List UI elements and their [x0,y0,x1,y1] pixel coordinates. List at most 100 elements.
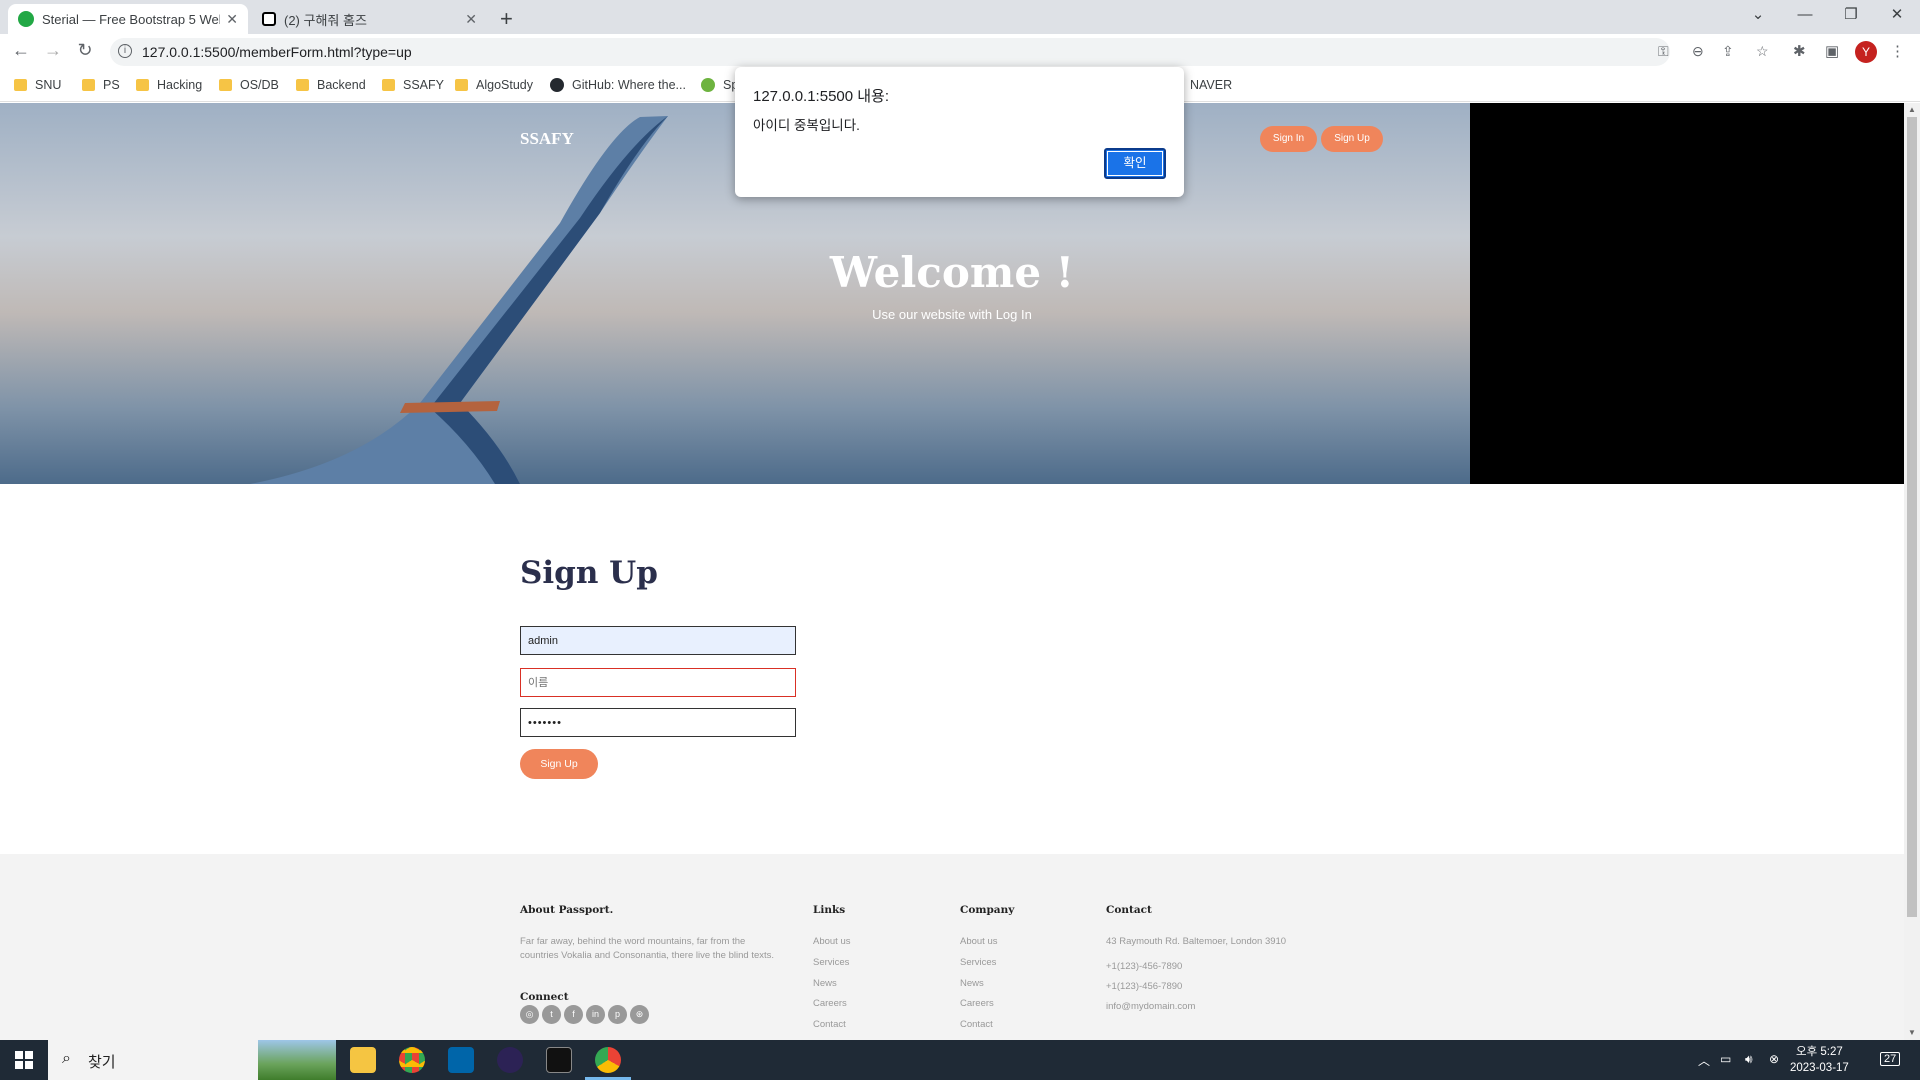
taskbar-clock[interactable]: 오후 5:27 2023-03-17 [1790,1044,1849,1076]
new-tab-icon[interactable]: + [500,6,513,32]
sign-up-submit-button[interactable]: Sign Up [520,749,598,779]
alert-ok-button[interactable]: 확인 [1104,148,1166,179]
side-panel-icon[interactable]: ▣ [1825,42,1839,60]
taskbar-search-box[interactable]: ⌕ 찾기 [48,1040,336,1080]
page-title: Sign Up [520,555,658,591]
tab-homes[interactable]: (2) 구해줘 홈즈 ✕ [252,4,487,34]
sign-in-button[interactable]: Sign In [1260,126,1317,152]
profile-avatar[interactable]: Y [1855,41,1877,63]
footer-link[interactable]: News [813,977,837,991]
reload-icon[interactable]: ↻ [73,40,97,61]
folder-icon [136,79,149,91]
eclipse-icon[interactable] [497,1047,523,1073]
site-info-icon[interactable]: i [118,44,132,58]
volume-icon[interactable]: 🔊︎ [1745,1052,1753,1067]
leaf-favicon-icon [18,11,34,27]
bookmark-algostudy[interactable]: AlgoStudy [455,78,533,92]
instagram-icon[interactable]: ◎ [520,1005,539,1024]
bookmark-ssafy[interactable]: SSAFY [382,78,444,92]
close-tab-icon[interactable]: ✕ [465,11,477,28]
footer-phone[interactable]: +1(123)-456-7890 [1106,980,1182,994]
share-icon[interactable]: ⇪ [1722,43,1734,60]
bookmark-label: AlgoStudy [476,78,533,92]
bookmark-backend[interactable]: Backend [296,78,366,92]
footer-link[interactable]: Careers [813,997,847,1011]
search-icon: ⌕ [62,1050,71,1067]
footer-company-link[interactable]: About us [960,935,998,949]
bookmark-star-icon[interactable]: ☆ [1756,43,1769,60]
footer-email[interactable]: info@mydomain.com [1106,1000,1195,1014]
key-icon[interactable]: ⚿ [1658,43,1669,60]
linkedin-icon[interactable]: in [586,1005,605,1024]
close-window-icon[interactable]: ✕ [1874,0,1920,30]
footer: About Passport. Far far away, behind the… [0,854,1904,1040]
tab-sterial[interactable]: Sterial — Free Bootstrap 5 Website ✕ [8,4,248,34]
facebook-icon[interactable]: f [564,1005,583,1024]
github-icon [550,78,564,92]
tray-chevron-icon[interactable]: ︿ [1698,1052,1710,1069]
zoom-icon[interactable]: ⊖ [1692,43,1704,60]
bookmark-hacking[interactable]: Hacking [136,78,202,92]
extensions-icon[interactable]: ✱ [1793,42,1806,60]
alert-origin: 127.0.0.1:5500 내용: [753,88,890,105]
restore-icon[interactable]: ❐ [1828,0,1874,30]
footer-link[interactable]: Services [813,956,849,970]
menu-icon[interactable]: ⋮ [1890,42,1905,60]
ime-icon[interactable]: ⊗ [1769,1052,1779,1066]
footer-link[interactable]: About us [813,935,851,949]
alert-dialog: 127.0.0.1:5500 내용: 아이디 중복입니다. 확인 [735,67,1184,197]
close-tab-icon[interactable]: ✕ [226,11,238,28]
search-highlight-image [258,1040,336,1080]
hero-subheading: Use our website with Log In [872,307,1032,322]
sign-up-nav-button[interactable]: Sign Up [1321,126,1383,152]
notification-badge[interactable]: 27 [1880,1052,1901,1066]
scroll-thumb[interactable] [1907,117,1917,917]
pinterest-icon[interactable]: p [608,1005,627,1024]
footer-about-title: About Passport. [520,904,614,916]
minimize-icon[interactable]: — [1782,0,1828,30]
notion-favicon-icon [262,12,276,26]
vscode-icon[interactable] [448,1047,474,1073]
bookmark-github[interactable]: GitHub: Where the... [550,78,686,92]
footer-phone[interactable]: +1(123)-456-7890 [1106,960,1182,974]
footer-company-title: Company [960,904,1015,916]
footer-company-link[interactable]: Services [960,956,996,970]
bookmark-snu[interactable]: SNU [14,78,61,92]
site-logo[interactable]: SSAFY [520,129,574,149]
page-scrollbar[interactable]: ▲ ▼ [1904,103,1920,1040]
password-input[interactable] [520,708,796,737]
tab-search-icon[interactable]: ⌄ [1735,0,1781,30]
scroll-down-icon[interactable]: ▼ [1904,1026,1920,1040]
windows-start-icon[interactable] [15,1051,33,1069]
folder-icon [219,79,232,91]
windows-taskbar: ⌕ 찾기 ︿ ▭ 🔊︎ ⊗ 오후 5:27 2023-03-17 27 [0,1040,1920,1080]
dribbble-icon[interactable]: ⊛ [630,1005,649,1024]
bookmark-label: Hacking [157,78,203,92]
twitter-icon[interactable]: t [542,1005,561,1024]
footer-company-link[interactable]: News [960,977,984,991]
footer-link[interactable]: Contact [813,1018,846,1032]
bookmark-osdb[interactable]: OS/DB [219,78,279,92]
bookmark-label: Backend [317,78,366,92]
footer-company-link[interactable]: Contact [960,1018,993,1032]
network-icon[interactable]: ▭ [1720,1052,1731,1066]
file-explorer-icon[interactable] [350,1047,376,1073]
chrome-active-icon[interactable] [595,1047,621,1073]
forward-icon[interactable]: → [41,40,65,61]
name-input[interactable] [520,668,796,697]
user-id-input[interactable] [520,626,796,655]
back-icon[interactable]: ← [9,40,33,61]
terminal-icon[interactable] [546,1047,572,1073]
bookmark-ps[interactable]: PS [82,78,120,92]
footer-company-link[interactable]: Careers [960,997,994,1011]
folder-icon [82,79,95,91]
browser-toolbar: ← → ↻ i 127.0.0.1:5500/memberForm.html?t… [0,34,1920,70]
bookmark-naver[interactable]: NAVER [1190,78,1232,92]
scroll-up-icon[interactable]: ▲ [1904,103,1920,117]
url-text[interactable]: 127.0.0.1:5500/memberForm.html?type=up [142,44,412,60]
chrome-icon[interactable] [399,1047,425,1073]
address-bar[interactable]: i 127.0.0.1:5500/memberForm.html?type=up… [110,38,1769,66]
footer-about-text-2: countries Vokalia and Consonantia, there… [520,950,775,961]
folder-icon [296,79,309,91]
bookmark-spring[interactable]: Sp [701,78,738,92]
